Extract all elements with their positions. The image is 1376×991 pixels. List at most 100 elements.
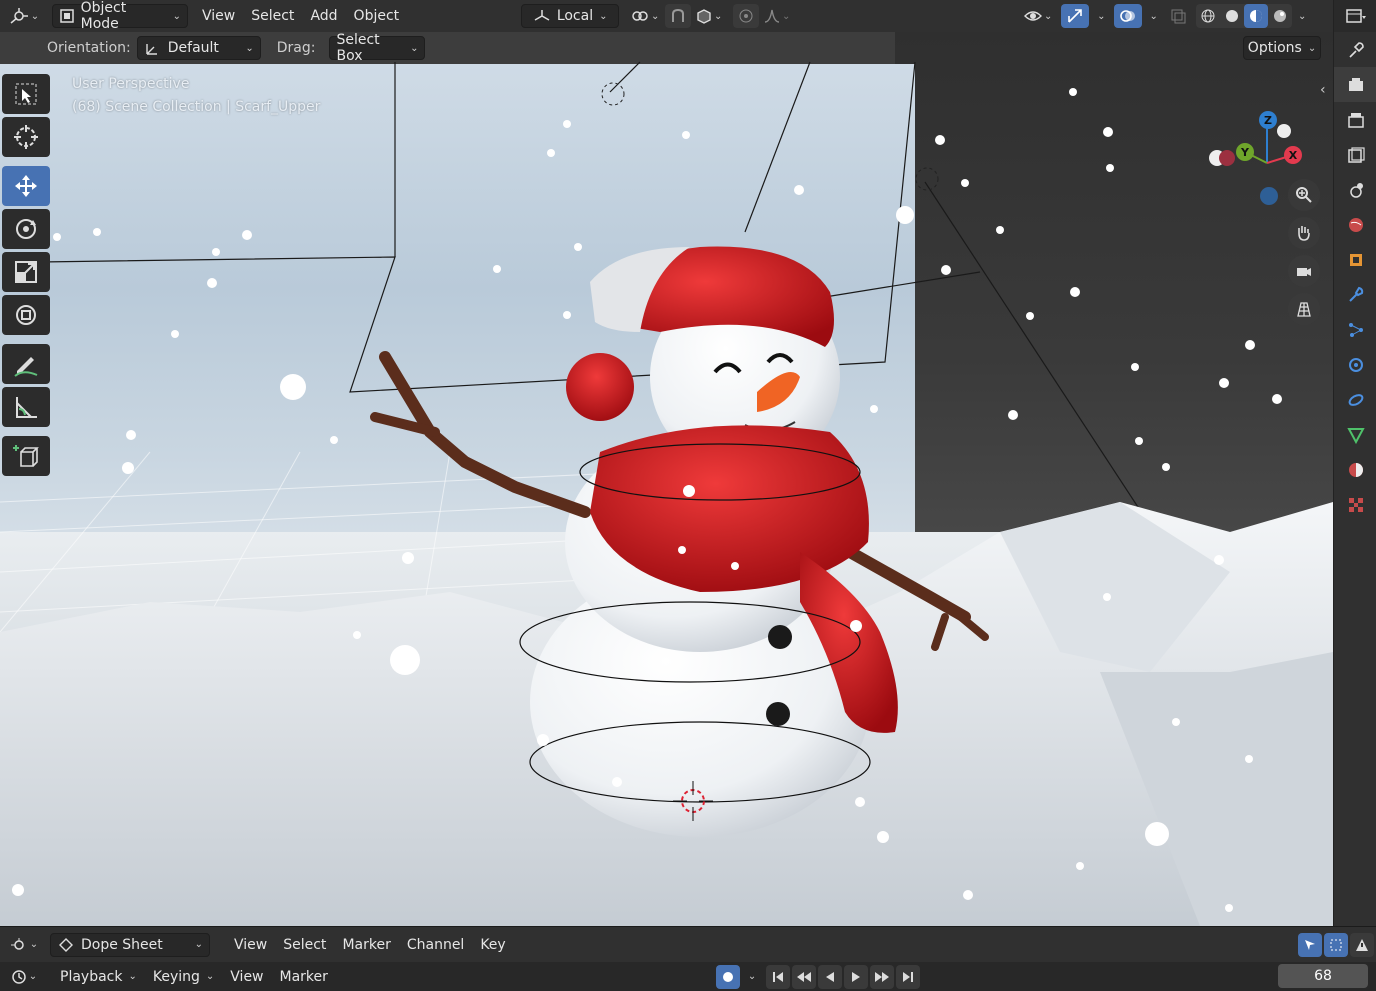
errors-only-icon[interactable] — [1350, 932, 1374, 957]
chevron-down-icon: ⌄ — [29, 939, 39, 950]
orientation-setting-label: Orientation: — [47, 40, 131, 56]
world-tab-icon[interactable] — [1334, 207, 1376, 242]
play-icon[interactable] — [844, 964, 869, 989]
jump-to-keyframe-back-icon[interactable] — [792, 964, 817, 989]
solid-shading-icon[interactable] — [1220, 4, 1244, 28]
chevron-down-icon[interactable]: ⌄ — [1298, 11, 1306, 22]
sidebar-toggle-icon[interactable]: ‹ — [1320, 82, 1326, 98]
rotate-tool-icon[interactable] — [2, 209, 50, 249]
menu-object[interactable]: Object — [346, 4, 408, 28]
options-dropdown[interactable]: Options ⌄ — [1243, 36, 1321, 60]
timeline-header: ⌄ Playback ⌄ Keying ⌄ View Marker ⌄ 68 — [0, 962, 1376, 991]
mode-dropdown[interactable]: Object Mode ⌄ — [52, 0, 188, 32]
falloff-button[interactable]: ⌄ — [759, 4, 795, 28]
scene-tab-icon[interactable] — [1334, 172, 1376, 207]
measure-tool-icon[interactable] — [2, 387, 50, 427]
material-tab-icon[interactable] — [1334, 452, 1376, 487]
dopesheet-mode-label: Dope Sheet — [81, 936, 163, 953]
dopesheet-mode-dropdown[interactable]: Dope Sheet ⌄ — [50, 932, 210, 957]
menu-select[interactable]: Select — [243, 4, 302, 28]
grid-lines — [0, 451, 641, 633]
pan-hand-icon[interactable] — [1288, 217, 1320, 249]
current-frame-field[interactable]: 68 — [1278, 964, 1368, 988]
dopesheet-menu-select[interactable]: Select — [275, 933, 334, 957]
perspective-toggle-icon[interactable] — [1288, 293, 1320, 325]
chevron-down-icon[interactable]: ⌄ — [1150, 11, 1158, 22]
physics-tab-icon[interactable] — [1334, 347, 1376, 382]
jump-to-keyframe-forward-icon[interactable] — [870, 964, 895, 989]
xray-toggle-icon[interactable] — [1166, 4, 1190, 28]
chevron-down-icon: ⌄ — [28, 971, 38, 982]
constraints-tab-icon[interactable] — [1334, 382, 1376, 417]
chevron-down-icon: ⌄ — [1307, 42, 1317, 54]
render-tab-icon[interactable] — [1334, 67, 1376, 102]
dopesheet-editor-icon — [10, 937, 24, 950]
transform-tool-icon[interactable] — [2, 295, 50, 335]
snap-toggle-icon[interactable] — [665, 4, 692, 28]
view-layer-tab-icon[interactable] — [1334, 137, 1376, 172]
dopesheet-mode-icon — [59, 937, 73, 952]
timeline-menu-view[interactable]: View — [222, 965, 271, 989]
chevron-down-icon: ⌄ — [713, 10, 723, 22]
timeline-menu-marker[interactable]: Marker — [272, 965, 336, 989]
move-tool-icon[interactable] — [2, 166, 50, 206]
properties-tabs — [1333, 0, 1376, 926]
dopesheet-menu-marker[interactable]: Marker — [334, 933, 398, 957]
texture-tab-icon[interactable] — [1334, 487, 1376, 522]
overlays-toggle-icon[interactable] — [1113, 4, 1142, 28]
material-preview-icon[interactable] — [1243, 4, 1268, 28]
scale-tool-icon[interactable] — [2, 252, 50, 292]
dopesheet-editor-type-button[interactable]: ⌄ — [4, 933, 44, 957]
object-mode-icon — [60, 9, 74, 23]
view3d-editor-icon — [10, 8, 28, 24]
chevron-down-icon[interactable]: ⌄ — [1097, 11, 1105, 22]
menu-add[interactable]: Add — [302, 4, 345, 28]
gizmo-toggle-icon[interactable] — [1061, 4, 1090, 28]
camera-view-icon[interactable] — [1288, 255, 1320, 287]
jump-to-start-icon[interactable] — [766, 964, 791, 989]
output-tab-icon[interactable] — [1334, 102, 1376, 137]
orientation-dropdown[interactable]: Default ⌄ — [136, 36, 261, 60]
chevron-down-icon: ⌄ — [650, 10, 660, 22]
select-box-tool-icon[interactable] — [2, 74, 50, 114]
rendered-shading-icon[interactable] — [1268, 4, 1292, 28]
menu-view[interactable]: View — [194, 4, 243, 28]
dopesheet-header: ⌄ Dope Sheet ⌄ View Select Marker Channe… — [0, 926, 1376, 962]
wireframe-shading-icon[interactable] — [1196, 4, 1220, 28]
chevron-down-icon[interactable]: ⌄ — [748, 971, 756, 982]
snap-target-button[interactable]: ⌄ — [691, 4, 727, 28]
link-icon — [632, 11, 648, 21]
timeline-editor-type-button[interactable]: ⌄ — [4, 965, 44, 989]
zoom-icon[interactable] — [1288, 179, 1320, 211]
editor-type-button[interactable]: ⌄ — [4, 4, 44, 28]
play-reverse-icon[interactable] — [818, 964, 843, 989]
visibility-button[interactable]: ⌄ — [1019, 4, 1057, 28]
auto-keying-icon[interactable] — [715, 964, 740, 989]
cursor-tool-icon[interactable] — [2, 117, 50, 157]
dopesheet-menu-view[interactable]: View — [226, 933, 275, 957]
add-cube-tool-icon[interactable] — [2, 436, 50, 476]
transform-orientation-dropdown[interactable]: Local ⌄ — [521, 4, 620, 28]
annotate-tool-icon[interactable] — [2, 344, 50, 384]
options-label: Options — [1247, 40, 1302, 56]
eye-icon — [1023, 11, 1042, 21]
chevron-down-icon: ⌄ — [410, 42, 419, 54]
dopesheet-menu-key[interactable]: Key — [472, 933, 513, 957]
timeline-menu-keying[interactable]: Keying ⌄ — [145, 965, 222, 989]
tool-tab-icon[interactable] — [1334, 32, 1376, 67]
pivot-point-button[interactable]: ⌄ — [627, 4, 663, 28]
dopesheet-menu-channel[interactable]: Channel — [399, 933, 472, 957]
jump-to-end-icon[interactable] — [896, 964, 921, 989]
proportional-edit-icon[interactable] — [733, 4, 760, 28]
properties-editor-type-icon[interactable] — [1334, 0, 1376, 32]
timeline-menu-playback[interactable]: Playback ⌄ — [52, 965, 145, 989]
object-tab-icon[interactable] — [1334, 242, 1376, 277]
only-selected-icon[interactable] — [1298, 932, 1322, 957]
particles-tab-icon[interactable] — [1334, 312, 1376, 347]
show-hidden-icon[interactable] — [1324, 932, 1348, 957]
gizmo-x-label: X — [1289, 149, 1298, 162]
3d-viewport[interactable]: User Perspective (68) Scene Collection |… — [0, 32, 1333, 926]
modifier-tab-icon[interactable] — [1334, 277, 1376, 312]
data-tab-icon[interactable] — [1334, 417, 1376, 452]
drag-dropdown[interactable]: Select Box ⌄ — [329, 32, 426, 64]
